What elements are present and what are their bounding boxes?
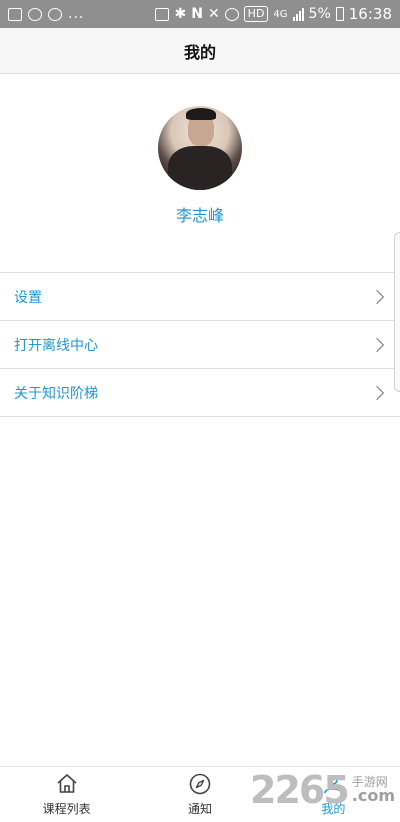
tab-mine[interactable]: 我的 xyxy=(267,767,400,822)
lock-icon xyxy=(155,7,170,21)
avatar-hair xyxy=(186,108,216,120)
signal-icon xyxy=(292,7,304,21)
menu-item-label: 打开离线中心 xyxy=(14,337,98,354)
bottom-tab-bar: 课程列表 通知 我的 xyxy=(0,766,400,822)
chevron-right-icon xyxy=(369,289,385,304)
image-icon xyxy=(8,7,22,21)
menu-item-offline-center[interactable]: 打开离线中心 xyxy=(0,321,400,369)
menu-item-label: 设置 xyxy=(14,289,42,306)
home-icon xyxy=(57,774,77,793)
bluetooth-icon: ✱ xyxy=(174,6,187,22)
tab-course-list[interactable]: 课程列表 xyxy=(0,767,133,822)
menu-item-about[interactable]: 关于知识阶梯 xyxy=(0,369,400,417)
title-bar: 我的 xyxy=(0,28,400,74)
notification-icon xyxy=(28,7,42,21)
hd-badge: HD xyxy=(243,6,269,22)
tab-label: 通知 xyxy=(187,802,212,816)
battery-icon xyxy=(335,7,344,21)
avatar-suit xyxy=(168,146,232,190)
edge-panel-handle[interactable] xyxy=(394,232,400,392)
more-notifications: ... xyxy=(68,6,85,22)
chevron-right-icon xyxy=(369,385,385,400)
menu-item-settings[interactable]: 设置 xyxy=(0,273,400,321)
profile-section: 李志峰 xyxy=(0,106,400,226)
nfc-icon: N xyxy=(191,6,203,22)
page-title: 我的 xyxy=(183,42,216,62)
tab-label: 我的 xyxy=(321,802,346,816)
status-right: ✱ N ✕ HD 4G 5% 16:38 xyxy=(155,5,392,23)
menu-item-label: 关于知识阶梯 xyxy=(14,385,98,402)
clock: 16:38 xyxy=(348,5,392,23)
compass-icon xyxy=(189,773,211,795)
alarm-icon xyxy=(224,7,239,21)
tab-notifications[interactable]: 通知 xyxy=(133,767,266,822)
user-name[interactable]: 李志峰 xyxy=(0,202,400,226)
battery-percent: 5% xyxy=(308,6,331,22)
status-left: ... xyxy=(8,6,84,22)
person-icon xyxy=(324,775,343,794)
app-icon xyxy=(48,7,62,21)
avatar[interactable] xyxy=(158,106,242,190)
mute-icon: ✕ xyxy=(207,6,220,22)
status-bar: ... ✱ N ✕ HD 4G 5% 16:38 xyxy=(0,0,400,28)
tab-label: 课程列表 xyxy=(42,802,91,816)
settings-menu: 设置 打开离线中心 关于知识阶梯 xyxy=(0,272,400,417)
chevron-right-icon xyxy=(369,337,385,352)
network-type: 4G xyxy=(273,8,288,20)
